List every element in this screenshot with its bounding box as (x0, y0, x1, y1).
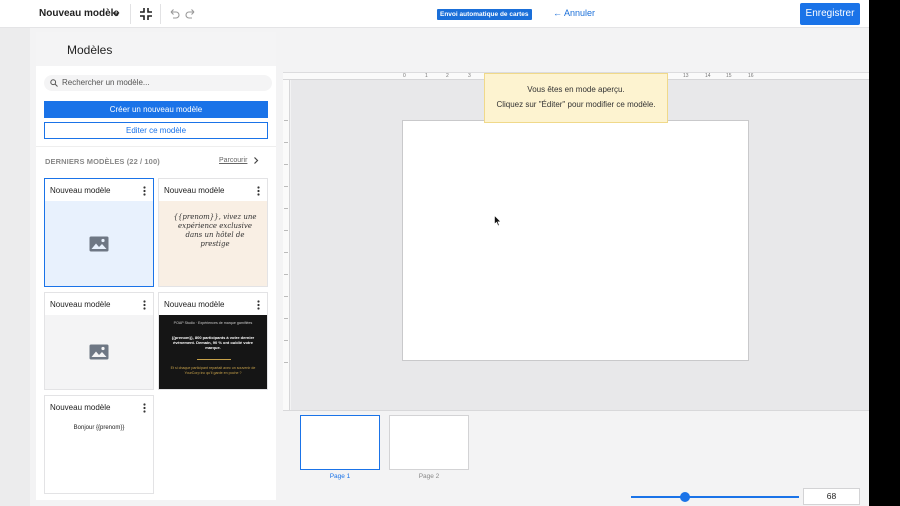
card-thumbnail (45, 315, 153, 389)
canvas-toolbar-strip (283, 28, 869, 73)
chevron-right-icon[interactable] (252, 156, 260, 165)
ruler-tick-label: 0 (403, 73, 406, 79)
more-options-icon[interactable] (257, 300, 260, 310)
more-options-icon[interactable] (143, 186, 146, 196)
card-thumbnail: POAP Studio · Expériences de marque gami… (159, 315, 267, 389)
page-thumbnail-1[interactable] (300, 415, 380, 470)
undo-icon[interactable] (168, 8, 180, 20)
thumbnail-divider (197, 359, 231, 360)
templates-panel: Modèles Rechercher un modèle... Créer un… (36, 32, 276, 500)
search-placeholder: Rechercher un modèle... (62, 78, 150, 87)
thumbnail-headline-text: {{prenom}}, 800 participants à votre der… (171, 335, 255, 350)
chevron-down-icon[interactable] (111, 9, 121, 19)
panel-header: Modèles (36, 32, 276, 66)
preview-banner-line1: Vous êtes en mode aperçu. (527, 85, 625, 94)
zoom-slider-track[interactable] (631, 496, 799, 498)
editor-app: Nouveau modèle Envoi automatique de cart… (0, 0, 869, 506)
toolbar-divider (160, 4, 161, 24)
image-placeholder-icon (89, 344, 109, 360)
card-title: Nouveau modèle (164, 300, 225, 309)
card-thumbnail: Bonjour {{prenom}} (45, 418, 153, 493)
template-card[interactable]: Nouveau modèle {{prenom}}, vivez une exp… (158, 178, 268, 287)
collapse-icon[interactable] (139, 7, 153, 21)
thumbnail-header-text: POAP Studio · Expériences de marque gami… (173, 321, 253, 325)
ruler-tick-label: 13 (683, 73, 689, 79)
template-search-input[interactable]: Rechercher un modèle... (44, 75, 272, 91)
template-card[interactable]: Nouveau modèle POAP Studio · Expériences… (158, 292, 268, 390)
image-placeholder-icon (89, 236, 109, 251)
auto-send-badge: Envoi automatique de cartes (437, 9, 532, 20)
cancel-link[interactable]: ← Annuler (553, 8, 595, 18)
card-title: Nouveau modèle (50, 403, 111, 412)
search-icon (50, 79, 58, 87)
template-card[interactable]: Nouveau modèle (44, 292, 154, 390)
more-options-icon[interactable] (257, 186, 260, 196)
canvas-area: 0 1 2 3 13 14 15 16 Vous êtes en mode ap… (283, 28, 869, 506)
preview-banner-line2: Cliquez sur "Éditer" pour modifier ce mo… (496, 100, 656, 109)
card-title: Nouveau modèle (50, 300, 111, 309)
card-title: Nouveau modèle (164, 186, 225, 195)
more-options-icon[interactable] (143, 403, 146, 413)
page-thumbnail-2[interactable] (389, 415, 469, 470)
thumbnail-text: {{prenom}}, vivez une expérience exclusi… (173, 213, 257, 248)
save-button[interactable]: Enregistrer (800, 3, 860, 25)
ruler-tick-label: 16 (748, 73, 754, 79)
thumbnail-footer-text: Et si chaque participant repartait avec … (170, 366, 256, 375)
page-label-2: Page 2 (418, 473, 440, 480)
redo-icon[interactable] (185, 8, 197, 20)
template-title-dropdown[interactable]: Nouveau modèle (39, 8, 119, 19)
create-template-button[interactable]: Créer un nouveau modèle (44, 101, 268, 118)
recent-templates-label: DERNIERS MODÈLES (22 / 100) (45, 157, 160, 166)
vertical-ruler (283, 80, 290, 410)
section-divider (36, 146, 276, 147)
card-thumbnail: {{prenom}}, vivez une expérience exclusi… (159, 201, 267, 286)
template-card[interactable]: Nouveau modèle (44, 178, 154, 287)
more-options-icon[interactable] (143, 300, 146, 310)
zoom-value-input[interactable]: 68 (803, 488, 860, 505)
preview-mode-banner: Vous êtes en mode aperçu. Cliquez sur "É… (484, 73, 668, 123)
ruler-tick-label: 14 (705, 73, 711, 79)
pages-strip: Page 1 Page 2 68 (283, 410, 869, 506)
card-thumbnail (45, 201, 153, 286)
zoom-slider-handle[interactable] (680, 492, 690, 502)
top-bar: Nouveau modèle Envoi automatique de cart… (0, 0, 869, 28)
card-page-canvas[interactable] (402, 120, 749, 361)
ruler-tick-label: 3 (468, 73, 471, 79)
thumbnail-text: Bonjour {{prenom}} (73, 425, 125, 431)
ruler-tick-label: 2 (446, 73, 449, 79)
page-label-1: Page 1 (329, 473, 351, 480)
panel-title: Modèles (67, 43, 113, 57)
left-gutter (0, 28, 30, 506)
toolbar-divider (130, 4, 131, 24)
browse-link[interactable]: Parcourir (219, 157, 247, 164)
card-title: Nouveau modèle (50, 186, 111, 195)
ruler-tick-label: 15 (726, 73, 732, 79)
mouse-cursor-icon (494, 215, 502, 227)
ruler-tick-label: 1 (425, 73, 428, 79)
template-card[interactable]: Nouveau modèle Bonjour {{prenom}} (44, 395, 154, 494)
edit-template-button[interactable]: Editer ce modèle (44, 122, 268, 139)
